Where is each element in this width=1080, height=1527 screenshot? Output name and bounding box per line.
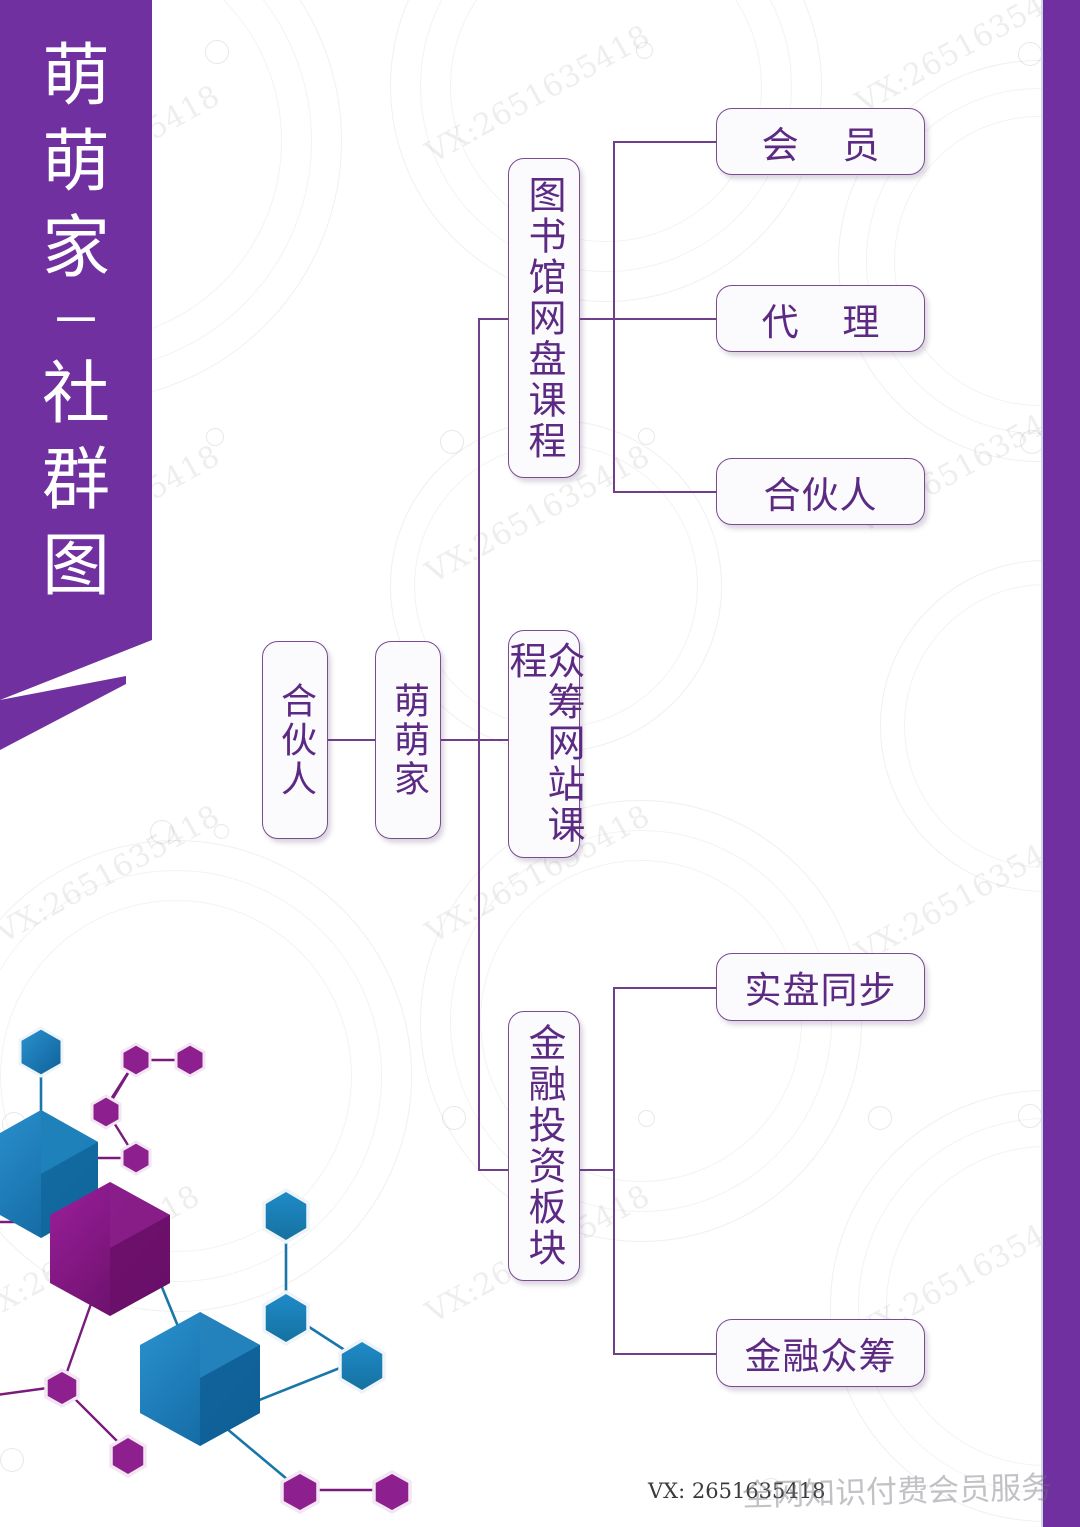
node-label: 实盘同步 bbox=[744, 969, 897, 1012]
node-branch-library[interactable]: 图书馆网盘课程 bbox=[508, 158, 580, 478]
connector bbox=[478, 318, 480, 1170]
connector bbox=[613, 141, 615, 492]
node-leaf-agent[interactable]: 代 理 bbox=[716, 285, 925, 352]
node-label: 萌萌家 bbox=[388, 681, 429, 799]
connector bbox=[613, 987, 716, 989]
node-label: 图书馆网盘课程 bbox=[522, 174, 566, 462]
node-label: 合伙人 bbox=[275, 681, 316, 799]
node-label: 合伙人 bbox=[763, 473, 878, 517]
connector bbox=[478, 1169, 510, 1171]
node-label: 金融众筹 bbox=[744, 1335, 897, 1378]
node-leaf-member[interactable]: 会 员 bbox=[716, 108, 925, 175]
connector bbox=[328, 739, 376, 741]
node-label: 众筹网站课程 bbox=[503, 641, 585, 846]
connector bbox=[478, 318, 510, 320]
node-leaf-partner[interactable]: 合伙人 bbox=[716, 458, 925, 525]
connector bbox=[613, 987, 615, 1355]
node-leaf-finance-crowdfunding[interactable]: 金融众筹 bbox=[716, 1319, 925, 1387]
molecule-decoration bbox=[0, 1026, 412, 1515]
node-partner-left[interactable]: 合伙人 bbox=[262, 641, 328, 839]
footer-overlay-text: 全网知识付费会员服务 bbox=[741, 1469, 1053, 1515]
connector bbox=[613, 141, 716, 143]
node-label: 金融投资板块 bbox=[522, 1023, 566, 1269]
connector bbox=[580, 318, 615, 320]
connector bbox=[440, 739, 480, 741]
poster-canvas: VX:2651635418 VX:2651635418 VX:265163541… bbox=[0, 0, 1080, 1527]
connector bbox=[580, 1169, 615, 1171]
connector bbox=[613, 318, 716, 320]
node-center-root[interactable]: 萌萌家 bbox=[375, 641, 441, 839]
node-label: 代 理 bbox=[761, 300, 896, 344]
node-branch-finance[interactable]: 金融投资板块 bbox=[508, 1011, 580, 1281]
connector bbox=[613, 1353, 716, 1355]
node-branch-crowdfunding-site[interactable]: 众筹网站课程 bbox=[503, 630, 585, 858]
connector bbox=[613, 491, 716, 493]
node-leaf-realtime-sync[interactable]: 实盘同步 bbox=[716, 953, 925, 1021]
node-label: 会 员 bbox=[761, 123, 896, 167]
